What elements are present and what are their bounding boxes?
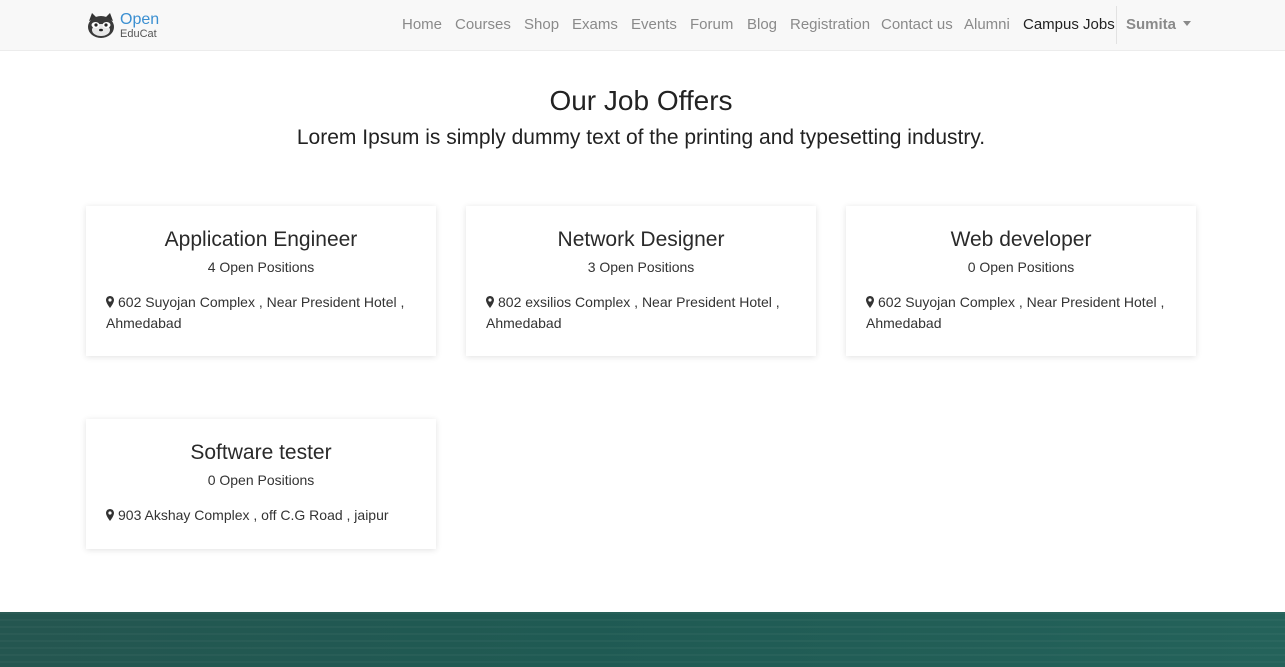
page-title: Our Job Offers: [549, 85, 733, 116]
page-subtitle: Lorem Ipsum is simply dummy text of the …: [296, 126, 986, 149]
nav-exams[interactable]: Exams: [572, 16, 618, 34]
nav-alumni[interactable]: Alumni: [964, 16, 1010, 34]
map-marker-icon: [106, 296, 114, 308]
nav-contact-us[interactable]: Contact us: [881, 16, 953, 34]
job-title: Web developer: [950, 228, 1092, 251]
job-card-web-developer[interactable]: Web developer 0 Open Positions 602 Suyoj…: [846, 206, 1196, 356]
nav-blog[interactable]: Blog: [747, 16, 777, 34]
job-title: Network Designer: [557, 228, 725, 251]
nav-registration[interactable]: Registration: [790, 16, 870, 34]
job-address-text: 602 Suyojan Complex , Near President Hot…: [106, 294, 405, 331]
job-card-software-tester[interactable]: Software tester 0 Open Positions 903 Aks…: [86, 419, 436, 549]
job-address-text: 903 Akshay Complex , off C.G Road , jaip…: [118, 507, 389, 523]
map-marker-icon: [866, 296, 874, 308]
job-title: Application Engineer: [164, 228, 358, 251]
nav-forum[interactable]: Forum: [690, 16, 733, 34]
job-open-positions: 3 Open Positions: [587, 259, 695, 275]
footer-banner: [0, 612, 1285, 667]
job-address: 903 Akshay Complex , off C.G Road , jaip…: [106, 505, 416, 526]
map-marker-icon: [486, 296, 494, 308]
nav-courses[interactable]: Courses: [455, 16, 511, 34]
footer-texture: [0, 612, 1285, 667]
job-address-text: 602 Suyojan Complex , Near President Hot…: [866, 294, 1165, 331]
nav-campus-jobs[interactable]: Campus Jobs: [1023, 16, 1115, 34]
map-marker-icon: [106, 509, 114, 521]
brand-name-line1: Open: [120, 11, 160, 28]
nav-home[interactable]: Home: [402, 16, 442, 34]
job-open-positions: 0 Open Positions: [207, 472, 315, 488]
job-address: 802 exsilios Complex , Near President Ho…: [486, 292, 796, 334]
job-address: 602 Suyojan Complex , Near President Hot…: [866, 292, 1176, 334]
nav-divider: [1116, 6, 1117, 44]
user-menu-dropdown[interactable]: Sumita: [1126, 16, 1192, 34]
top-navbar: Open EduCat Home Courses Shop Exams Even…: [0, 0, 1285, 51]
user-name: Sumita: [1126, 16, 1177, 33]
job-address-text: 802 exsilios Complex , Near President Ho…: [486, 294, 780, 331]
caret-down-icon: [1183, 21, 1192, 26]
job-open-positions: 4 Open Positions: [207, 259, 315, 275]
job-card-application-engineer[interactable]: Application Engineer 4 Open Positions 60…: [86, 206, 436, 356]
job-card-network-designer[interactable]: Network Designer 3 Open Positions 802 ex…: [466, 206, 816, 356]
nav-shop[interactable]: Shop: [524, 16, 559, 34]
job-open-positions: 0 Open Positions: [967, 259, 1075, 275]
nav-events[interactable]: Events: [631, 16, 677, 34]
brand-name-line2: EduCat: [120, 28, 157, 40]
raccoon-logo-icon: [88, 13, 114, 38]
job-address: 602 Suyojan Complex , Near President Hot…: [106, 292, 416, 334]
job-title: Software tester: [190, 441, 332, 464]
